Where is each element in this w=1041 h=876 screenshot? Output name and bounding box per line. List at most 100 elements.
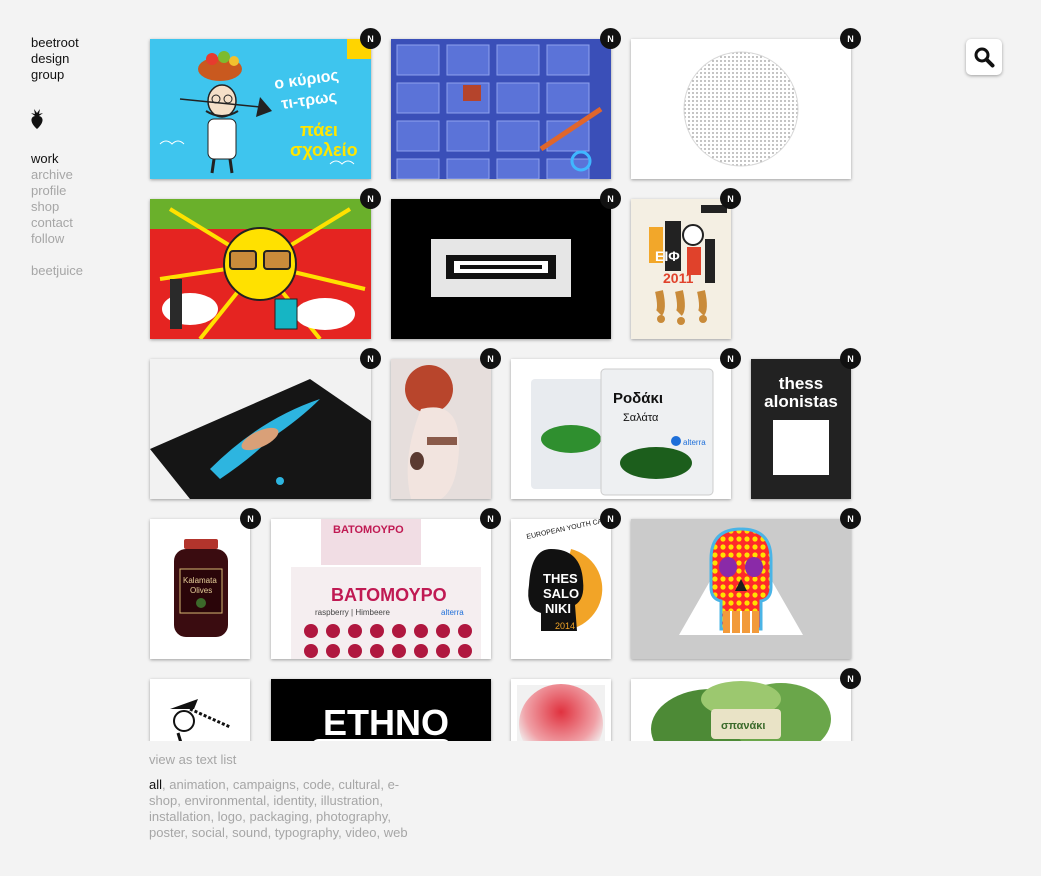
project-tile[interactable] — [391, 39, 611, 179]
new-badge: N — [360, 348, 381, 369]
tile-text: thess — [778, 374, 824, 393]
category-separator: , — [380, 777, 388, 792]
category-video[interactable]: video — [345, 825, 376, 840]
category-separator: , — [225, 777, 233, 792]
project-tile[interactable]: ΕΙΦ 2011 — [631, 199, 731, 339]
project-tile[interactable] — [631, 519, 851, 659]
project-tile[interactable]: σπανάκι — [631, 679, 851, 741]
project-tile[interactable] — [150, 199, 371, 339]
category-separator: , — [210, 809, 218, 824]
new-badge: N — [480, 348, 501, 369]
project-tile[interactable]: EUROPEAN YOUTH CAPITAL THES SALO NIKI 20… — [511, 519, 611, 659]
tile-text: SALO — [543, 586, 579, 601]
new-badge: N — [840, 508, 861, 529]
category-identity[interactable]: identity — [273, 793, 313, 808]
project-thumbnail — [391, 359, 491, 499]
tile-text: 2011 — [663, 270, 694, 286]
new-badge: N — [360, 28, 381, 49]
category-packaging[interactable]: packaging — [249, 809, 308, 824]
project-tile[interactable] — [511, 679, 611, 741]
category-separator: , — [184, 825, 192, 840]
category-social[interactable]: social — [192, 825, 225, 840]
category-web[interactable]: web — [384, 825, 408, 840]
category-separator: , — [295, 777, 303, 792]
tile-text: Kalamata — [183, 576, 217, 585]
project-thumbnail — [150, 359, 371, 499]
new-badge: N — [600, 508, 621, 529]
new-badge: N — [600, 28, 621, 49]
new-badge: N — [240, 508, 261, 529]
project-thumbnail — [391, 199, 611, 339]
tile-text: 2014 — [555, 621, 575, 631]
category-separator: , — [313, 793, 321, 808]
project-grid: ο κύριος τι-τρως πάει σχολείο N N N N N … — [0, 0, 1041, 741]
category-poster[interactable]: poster — [149, 825, 184, 840]
tile-text: Σαλάτα — [623, 412, 659, 424]
category-photography[interactable]: photography — [316, 809, 387, 824]
category-code[interactable]: code — [303, 777, 331, 792]
category-illustration[interactable]: illustration — [321, 793, 380, 808]
tile-text: ΒΑΤΟΜΟΥΡΟ — [333, 524, 404, 536]
project-tile[interactable]: ο κύριος τι-τρως πάει σχολείο — [150, 39, 371, 179]
tile-text: alonistas — [764, 392, 838, 411]
tile-text: σχολείο — [290, 140, 358, 160]
project-thumbnail: Kalamata Olives — [150, 519, 250, 659]
project-tile[interactable] — [631, 39, 851, 179]
project-thumbnail: ο κύριος τι-τρως πάει σχολείο — [150, 39, 371, 179]
tile-graphic — [773, 420, 829, 475]
category-separator: , — [308, 809, 316, 824]
project-thumbnail: Ροδάκι Σαλάτα alterra — [511, 359, 731, 499]
category-animation[interactable]: animation — [169, 777, 225, 792]
project-tile[interactable]: ΒΑΤΟΜΟΥΡΟ ΒΑΤΟΜΟΥΡΟ raspberry | Himbeere… — [271, 519, 491, 659]
project-thumbnail: EUROPEAN YOUTH CAPITAL THES SALO NIKI 20… — [511, 519, 611, 659]
tile-text: ETHNO — [323, 702, 449, 741]
project-thumbnail: ΒΑΤΟΜΟΥΡΟ ΒΑΤΟΜΟΥΡΟ raspberry | Himbeere… — [271, 519, 491, 659]
category-sound[interactable]: sound — [232, 825, 267, 840]
new-badge: N — [720, 348, 741, 369]
category-campaigns[interactable]: campaigns — [233, 777, 296, 792]
category-all[interactable]: all — [149, 777, 162, 792]
new-badge: N — [840, 28, 861, 49]
project-thumbnail — [631, 39, 851, 179]
project-tile[interactable] — [391, 199, 611, 339]
tile-text: alterra — [441, 608, 464, 617]
tile-text: THES — [543, 571, 578, 586]
category-filter-list: all, animation, campaigns, code, cultura… — [149, 777, 409, 841]
new-badge: N — [720, 188, 741, 209]
project-thumbnail — [391, 39, 611, 179]
tile-text: πάει — [300, 120, 338, 140]
view-as-text-link[interactable]: view as text list — [149, 752, 236, 767]
category-environmental[interactable]: environmental — [184, 793, 266, 808]
new-badge: N — [840, 668, 861, 689]
new-badge: N — [360, 188, 381, 209]
category-separator: , — [379, 793, 383, 808]
category-logo[interactable]: logo — [218, 809, 243, 824]
project-tile[interactable] — [150, 359, 371, 499]
project-thumbnail: ΕΙΦ 2011 — [631, 199, 731, 339]
project-thumbnail — [511, 679, 611, 741]
category-installation[interactable]: installation — [149, 809, 210, 824]
tile-text: NIKI — [545, 601, 571, 616]
tile-text: σπανάκι — [721, 720, 765, 732]
category-cultural[interactable]: cultural — [338, 777, 380, 792]
project-tile[interactable]: Kalamata Olives — [150, 519, 250, 659]
tile-text: ΕΙΦ — [655, 248, 680, 264]
project-tile[interactable]: Ροδάκι Σαλάτα alterra — [511, 359, 731, 499]
project-tile[interactable]: thess alonistas — [751, 359, 851, 499]
project-tile[interactable]: ETHNO — [271, 679, 491, 741]
project-thumbnail: σπανάκι — [631, 679, 851, 741]
new-badge: N — [600, 188, 621, 209]
category-typography[interactable]: typography — [275, 825, 338, 840]
tile-text: Olives — [190, 586, 212, 595]
new-badge: N — [480, 508, 501, 529]
tile-text: raspberry | Himbeere — [315, 608, 391, 617]
project-tile[interactable] — [391, 359, 491, 499]
category-separator: , — [376, 825, 384, 840]
category-separator: , — [387, 809, 391, 824]
category-separator: , — [267, 825, 275, 840]
new-badge: N — [840, 348, 861, 369]
project-tile[interactable] — [150, 679, 250, 741]
tile-text: ΒΑΤΟΜΟΥΡΟ — [331, 585, 447, 605]
project-thumbnail — [150, 679, 250, 741]
project-thumbnail — [631, 519, 851, 659]
